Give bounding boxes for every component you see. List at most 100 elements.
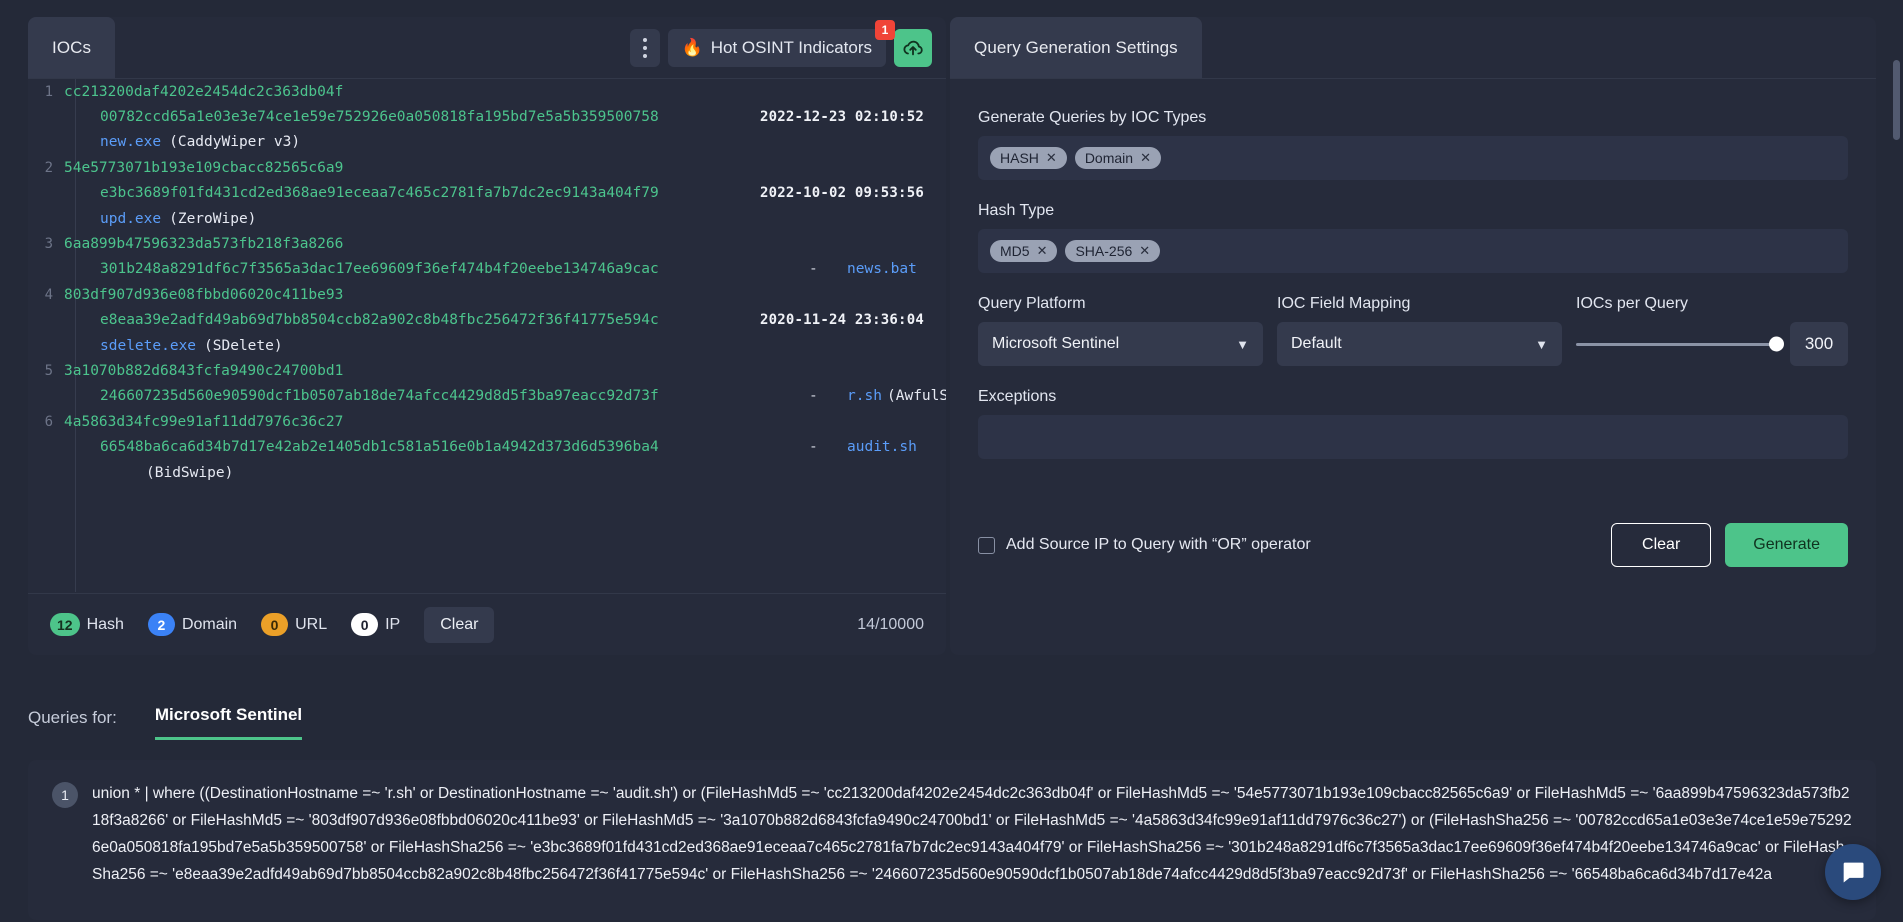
add-source-ip-checkbox[interactable] bbox=[978, 536, 995, 554]
ioc-field-mapping-label: IOC Field Mapping bbox=[1277, 295, 1411, 312]
settings-row: Query Platform Microsoft Sentinel ▼ IOC … bbox=[978, 295, 1848, 366]
ioc-hash: 54e5773071b193e109cbacc82565c6a9 bbox=[64, 159, 344, 176]
clear-settings-button[interactable]: Clear bbox=[1611, 523, 1712, 567]
ioc-hash: 4a5863d34fc99e91af11dd7976c36c27 bbox=[64, 413, 344, 430]
settings-form: Generate Queries by IOC Types HASH ✕ Dom… bbox=[950, 79, 1876, 567]
tag-hash-label: HASH bbox=[1000, 150, 1039, 166]
ioc-timestamp: 2022-12-23 02:10:52 bbox=[760, 109, 924, 126]
generate-button[interactable]: Generate bbox=[1725, 523, 1848, 567]
iocs-tabbar: IOCs 🔥 Hot OSINT Indicators 1 bbox=[28, 17, 946, 79]
settings-tabbar: Query Generation Settings bbox=[950, 17, 1876, 79]
editor-line: e8eaa39e2adfd49ab69d7bb8504ccb82a902c8b4… bbox=[28, 308, 946, 333]
line-content: cc213200daf4202e2454dc2c363db04f bbox=[64, 84, 946, 100]
exceptions-label: Exceptions bbox=[978, 388, 1057, 405]
kebab-menu-icon[interactable] bbox=[629, 28, 660, 67]
ioc-hash-sha256: e3bc3689f01fd431cd2ed368ae91eceaa7c465c2… bbox=[100, 185, 659, 202]
iocs-header-tools: 🔥 Hot OSINT Indicators 1 bbox=[629, 17, 946, 78]
tag-sha256-label: SHA-256 bbox=[1075, 243, 1133, 259]
ioc-filename: new.exe bbox=[100, 134, 162, 151]
editor-line: 4 803df907d936e08fbbd06020c411be93 bbox=[28, 282, 946, 307]
remove-tag-icon[interactable]: ✕ bbox=[1046, 150, 1057, 166]
chat-bubble-icon[interactable] bbox=[1825, 844, 1881, 900]
ip-count-label: IP bbox=[385, 615, 401, 633]
hash-type-field[interactable]: MD5 ✕ SHA-256 ✕ bbox=[978, 229, 1848, 273]
tag-md5-label: MD5 bbox=[1000, 243, 1030, 259]
hot-osint-indicators-button[interactable]: 🔥 Hot OSINT Indicators 1 bbox=[667, 19, 895, 67]
slider-track[interactable] bbox=[1576, 336, 1784, 352]
ioc-editor[interactable]: 1 cc213200daf4202e2454dc2c363db04f 00782… bbox=[28, 79, 946, 592]
hash-count-label: Hash bbox=[86, 615, 124, 633]
hash-type-label: Hash Type bbox=[978, 202, 1055, 219]
line-content: e3bc3689f01fd431cd2ed368ae91eceaa7c465c2… bbox=[64, 185, 946, 201]
remove-tag-icon[interactable]: ✕ bbox=[1140, 150, 1151, 166]
domain-counter: 2 Domain bbox=[147, 613, 237, 636]
editor-line: 3 6aa899b47596323da573fb218f3a8266 bbox=[28, 231, 946, 256]
chevron-down-icon: ▼ bbox=[1535, 336, 1548, 352]
line-content: 6aa899b47596323da573fb218f3a8266 bbox=[64, 236, 946, 252]
tag-sha256[interactable]: SHA-256 ✕ bbox=[1065, 240, 1161, 262]
tag-domain-label: Domain bbox=[1084, 150, 1134, 166]
tag-hash[interactable]: HASH ✕ bbox=[990, 147, 1067, 169]
line-number: 4 bbox=[44, 286, 53, 303]
ioc-label: (CaddyWiper v3) bbox=[169, 134, 301, 151]
ioc-statusbar: 12 Hash 2 Domain 0 URL 0 IP Clear 14/100… bbox=[28, 593, 946, 655]
clear-iocs-button[interactable]: Clear bbox=[424, 606, 495, 643]
settings-actions-row: Add Source IP to Query with “OR” operato… bbox=[978, 523, 1848, 567]
ioc-field-mapping-select[interactable]: Default ▼ bbox=[1277, 322, 1562, 366]
editor-line: 5 3a1070b882d6843fcfa9490c24700bd1 bbox=[28, 358, 946, 383]
line-number: 1 bbox=[44, 83, 53, 100]
domain-count-badge: 2 bbox=[147, 613, 175, 636]
ioc-types-field[interactable]: HASH ✕ Domain ✕ bbox=[978, 136, 1848, 180]
flame-icon: 🔥 bbox=[681, 38, 703, 57]
url-counter: 0 URL bbox=[261, 613, 327, 636]
line-number: 3 bbox=[44, 236, 53, 253]
line-number: 2 bbox=[44, 159, 53, 176]
kebab-dot bbox=[642, 45, 647, 50]
queries-platform-tab[interactable]: Microsoft Sentinel bbox=[154, 705, 303, 740]
line-content: (BidSwipe) bbox=[64, 465, 946, 481]
editor-line: 301b248a8291df6c7f3565a3dac17ee69609f36e… bbox=[28, 257, 946, 282]
query-platform-select[interactable]: Microsoft Sentinel ▼ bbox=[978, 322, 1263, 366]
ioc-hash: 803df907d936e08fbbd06020c411be93 bbox=[64, 286, 344, 303]
tabbar-spacer bbox=[115, 17, 629, 78]
cloud-upload-icon[interactable] bbox=[894, 28, 932, 67]
ioc-hash-sha256: 246607235d560e90590dcf1b0507ab18de74afcc… bbox=[100, 388, 659, 405]
line-content: new.exe (CaddyWiper v3) bbox=[64, 134, 946, 150]
iocs-per-query-slider[interactable]: 300 bbox=[1576, 322, 1848, 366]
add-source-ip-checkbox-group[interactable]: Add Source IP to Query with “OR” operato… bbox=[978, 536, 1311, 554]
editor-line: e3bc3689f01fd431cd2ed368ae91eceaa7c465c2… bbox=[28, 181, 946, 206]
iocs-per-query-label: IOCs per Query bbox=[1576, 295, 1689, 312]
app-root: IOCs 🔥 Hot OSINT Indicators 1 1 cc213200… bbox=[0, 0, 1903, 922]
kebab-dot bbox=[642, 53, 647, 58]
editor-line: (BidSwipe) bbox=[28, 460, 946, 485]
tag-md5[interactable]: MD5 ✕ bbox=[990, 240, 1058, 262]
remove-tag-icon[interactable]: ✕ bbox=[1139, 243, 1150, 259]
queries-output-panel: 1 union * | where ((DestinationHostname … bbox=[28, 760, 1876, 920]
ioc-hash-sha256: 00782ccd65a1e03e3e74ce1e59e752926e0a0508… bbox=[100, 109, 659, 126]
editor-line: 2 54e5773071b193e109cbacc82565c6a9 bbox=[28, 155, 946, 180]
editor-line: new.exe (CaddyWiper v3) bbox=[28, 130, 946, 155]
ioc-label: (AwfulShred) bbox=[887, 388, 946, 405]
editor-line: 00782ccd65a1e03e3e74ce1e59e752926e0a0508… bbox=[28, 104, 946, 129]
ioc-timestamp: 2022-10-02 09:53:56 bbox=[760, 185, 924, 202]
tag-domain[interactable]: Domain ✕ bbox=[1074, 147, 1161, 169]
query-platform-group: Query Platform Microsoft Sentinel ▼ bbox=[978, 295, 1263, 366]
slider-knob[interactable] bbox=[1769, 336, 1784, 352]
query-number: 1 bbox=[52, 782, 78, 808]
query-item: 1 union * | where ((DestinationHostname … bbox=[52, 780, 1852, 888]
ioc-timestamp: - bbox=[809, 388, 818, 405]
query-platform-value: Microsoft Sentinel bbox=[992, 335, 1120, 352]
line-number: 5 bbox=[44, 362, 53, 379]
url-count-badge: 0 bbox=[261, 613, 289, 636]
remove-tag-icon[interactable]: ✕ bbox=[1037, 243, 1048, 259]
exceptions-input[interactable] bbox=[978, 415, 1848, 459]
tab-query-generation-settings[interactable]: Query Generation Settings bbox=[950, 17, 1202, 78]
tab-iocs[interactable]: IOCs bbox=[28, 17, 116, 78]
query-text[interactable]: union * | where ((DestinationHostname =~… bbox=[92, 780, 1852, 888]
page-scrollbar[interactable] bbox=[1893, 60, 1900, 140]
ioc-field-mapping-value: Default bbox=[1291, 335, 1342, 352]
tab-iocs-label: IOCs bbox=[52, 37, 92, 57]
line-content: 66548ba6ca6d34b7d17e42ab2e1405db1c581a51… bbox=[64, 439, 946, 455]
ioc-hash-sha256: e8eaa39e2adfd49ab69d7bb8504ccb82a902c8b4… bbox=[100, 312, 659, 329]
line-content: upd.exe (ZeroWipe) bbox=[64, 211, 946, 227]
